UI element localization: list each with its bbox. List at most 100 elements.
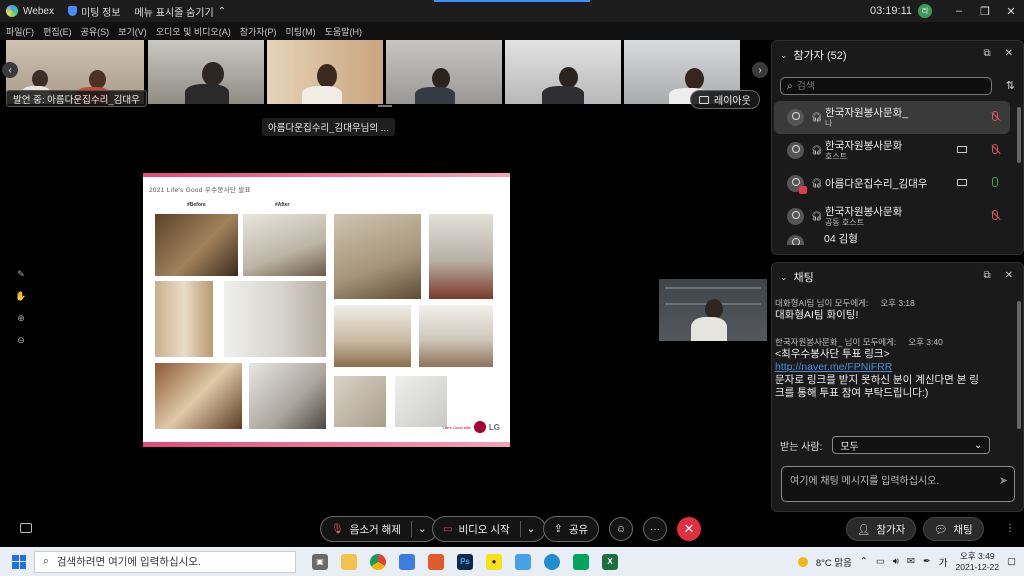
participant-row[interactable]: 🎧︎ 한국자원봉사문화_ 나 [774,101,1010,134]
menu-view[interactable]: 보기(V) [118,25,147,38]
meeting-timer: 03:19:11 [869,5,912,17]
taskbar-time: 오후 3:49 [960,550,995,561]
volume-icon[interactable]: 🔊︎ [893,556,899,567]
chat-toggle-button[interactable]: 💬︎ 채팅 [923,517,984,541]
network-icon[interactable]: ▭ [876,556,885,567]
zoom-out-icon[interactable]: ⊖ [15,334,27,346]
windows-taskbar: ⌕ 검색하려면 여기에 입력하십시오. ▣ Ps ● X 8°C 맑음 ⌃ ▭ … [0,547,1024,576]
powerpoint-icon[interactable] [428,553,444,570]
popout-icon[interactable]: ⧉ [983,270,990,281]
task-view-icon[interactable]: ▣ [312,553,328,570]
app-icon[interactable] [515,553,531,570]
strip-resize-handle[interactable] [378,105,392,107]
ime-indicator[interactable]: 가 [939,555,948,569]
menu-share[interactable]: 공유(S) [81,25,110,38]
menu-file[interactable]: 파일(F) [6,25,34,38]
chrome-icon[interactable] [370,553,386,570]
minimize-button[interactable]: – [946,5,972,17]
menu-meeting[interactable]: 미팅(M) [286,25,316,38]
menu-edit[interactable]: 편집(E) [43,25,72,38]
video-tile-2[interactable] [148,40,264,104]
more-icon[interactable]: ⋮ [1005,523,1015,534]
participant-search[interactable]: ⌕ [780,77,992,95]
participants-toggle-label: 참가자 [876,523,906,536]
taskbar-date: 2021-12-22 [955,561,1000,572]
strip-prev-arrow[interactable]: ‹ [2,62,18,78]
notification-center-icon[interactable]: ▢ [1007,556,1016,567]
meeting-info-button[interactable]: 미팅 정보 [67,4,121,19]
strip-next-arrow[interactable]: › [752,62,768,78]
taskbar-search[interactable]: ⌕ 검색하려면 여기에 입력하십시오. [34,550,296,573]
participant-row[interactable]: 🎧︎ 한국자원봉사문화 공동 호스트 [774,200,1010,233]
calendar-icon[interactable] [399,553,415,570]
user-avatar[interactable]: 리 [918,4,932,18]
weather-text[interactable]: 8°C 맑음 [816,555,852,569]
zoom-in-icon[interactable]: ⊕ [15,312,27,324]
restore-button[interactable]: ❐ [972,5,998,18]
start-video-button[interactable]: ▭ 비디오 시작 ⌄ [432,516,547,542]
chat-scrollbar[interactable] [1017,301,1021,429]
pen-icon[interactable]: ✒ [923,556,931,567]
person-icon: 👤︎ [857,523,871,536]
windows-start-icon[interactable] [12,554,26,569]
send-icon[interactable]: ➤ [999,474,1008,487]
hide-menu-bar-button[interactable]: 메뉴 표시줄 숨기기 ⌃ [135,4,227,19]
weather-sun-icon [797,556,808,567]
collapse-chevron-icon[interactable]: ⌄ [780,50,788,61]
slide-photo-before-3 [155,363,242,429]
more-options-button[interactable]: ··· [643,517,667,541]
avatar [787,208,804,225]
kakaotalk-icon[interactable]: ● [486,553,502,570]
edge-icon[interactable] [544,553,560,570]
unmute-button[interactable]: 🎙︎ 음소거 해제 ⌄ [320,516,438,542]
video-tile-3[interactable] [267,40,383,104]
mic-muted-icon[interactable] [992,210,998,220]
mic-muted-icon[interactable] [992,111,998,121]
chevron-down-icon[interactable]: ⌄ [418,523,427,535]
close-panel-icon[interactable]: ✕ [1005,270,1013,281]
menu-help[interactable]: 도움말(H) [325,25,362,38]
participant-search-input[interactable] [796,80,977,92]
layout-button[interactable]: 레이아웃 [690,90,760,109]
message-sender: 대화형AI팀 님이 모두에게: [775,298,869,308]
annotate-icon[interactable]: ✎ [15,268,27,280]
chevron-down-icon[interactable]: ⌄ [527,523,536,535]
collapse-chevron-icon[interactable]: ⌄ [780,272,788,283]
webex-taskbar-icon[interactable] [573,553,589,570]
loading-progress-line [434,0,590,2]
sort-icon[interactable]: ⇅ [1006,79,1015,92]
close-window-button[interactable]: ✕ [998,5,1024,18]
participant-row[interactable]: 🎧︎ 아름다운집수리_김대우 [774,167,1010,200]
mic-on-icon[interactable] [992,177,998,187]
headset-icon: 🎧︎ [811,145,823,155]
self-view-video[interactable] [659,279,767,341]
photoshop-icon[interactable]: Ps [457,553,473,570]
participants-scrollbar[interactable] [1017,107,1021,163]
popout-icon[interactable]: ⧉ [983,48,990,59]
mic-muted-icon[interactable] [992,144,998,154]
excel-icon[interactable]: X [602,553,618,570]
participant-row[interactable]: 🎧︎ 한국자원봉사문화 호스트 [774,134,1010,167]
divider [519,521,521,537]
close-panel-icon[interactable]: ✕ [1005,48,1013,59]
leave-meeting-button[interactable]: ✕ [677,517,701,541]
vote-link[interactable]: http://naver.me/FPNiFRR [775,361,1013,374]
file-explorer-icon[interactable] [341,553,357,570]
smiley-icon: ☺ [615,523,627,535]
menu-audio-video[interactable]: 오디오 및 비디오(A) [156,25,231,38]
captions-icon[interactable] [20,523,32,533]
video-tile-5[interactable] [505,40,621,104]
notifications-icon[interactable]: ✉ [907,556,915,567]
participants-toggle-button[interactable]: 👤︎ 참가자 [846,517,917,541]
pan-icon[interactable]: ✋ [15,290,27,302]
menu-participant[interactable]: 참가자(P) [240,25,277,38]
chat-input[interactable]: 여기에 채팅 메시지를 입력하십시오. ➤ [781,466,1015,502]
participant-row[interactable]: 04 김형 [774,233,1010,245]
reactions-button[interactable]: ☺ [609,517,633,541]
share-button[interactable]: ⇪ 공유 [543,516,600,542]
chevron-up-icon[interactable]: ⌃ [860,556,868,567]
taskbar-clock[interactable]: 오후 3:49 2021-12-22 [956,551,999,573]
message-text: 크를 통해 투표 참여 부탁드립니다:) [775,387,929,399]
recipient-select[interactable]: 모두 ⌄ [832,436,991,454]
video-tile-4[interactable] [386,40,502,104]
